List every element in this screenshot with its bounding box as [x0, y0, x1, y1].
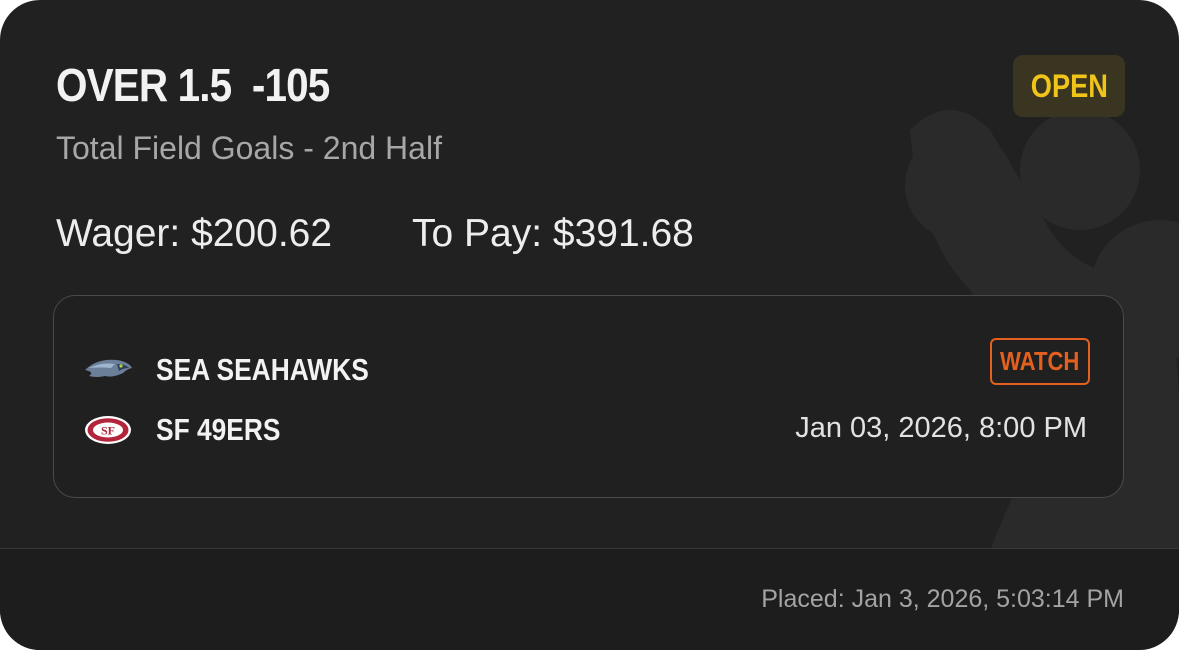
49ers-logo-icon: SF	[82, 413, 134, 447]
team-name: SEA SEAHAWKS	[156, 352, 369, 387]
game-datetime: Jan 03, 2026, 8:00 PM	[795, 412, 1087, 444]
status-label: OPEN	[1030, 67, 1108, 104]
seahawks-logo-icon	[82, 353, 134, 387]
team-row: SF SF 49ERS	[82, 410, 302, 450]
bet-card: OVER 1.5 -105 Total Field Goals - 2nd Ha…	[0, 0, 1179, 650]
placed-timestamp: Placed: Jan 3, 2026, 5:03:14 PM	[761, 585, 1124, 613]
team-name: SF 49ERS	[156, 412, 281, 447]
bet-title: OVER 1.5 -105	[56, 59, 330, 111]
wager-amount: Wager: $200.62	[56, 212, 333, 255]
watch-label: WATCH	[1000, 346, 1080, 376]
watch-button[interactable]: WATCH	[990, 338, 1090, 385]
game-info-box[interactable]: SEA SEAHAWKS SF SF 49ERS WATCH Jan 03, 2…	[53, 295, 1124, 498]
team-row: SEA SEAHAWKS	[82, 350, 406, 390]
status-badge: OPEN	[1013, 55, 1125, 117]
to-pay-amount: To Pay: $391.68	[412, 212, 694, 255]
bet-market: Total Field Goals - 2nd Half	[56, 130, 442, 166]
svg-text:SF: SF	[101, 424, 115, 438]
